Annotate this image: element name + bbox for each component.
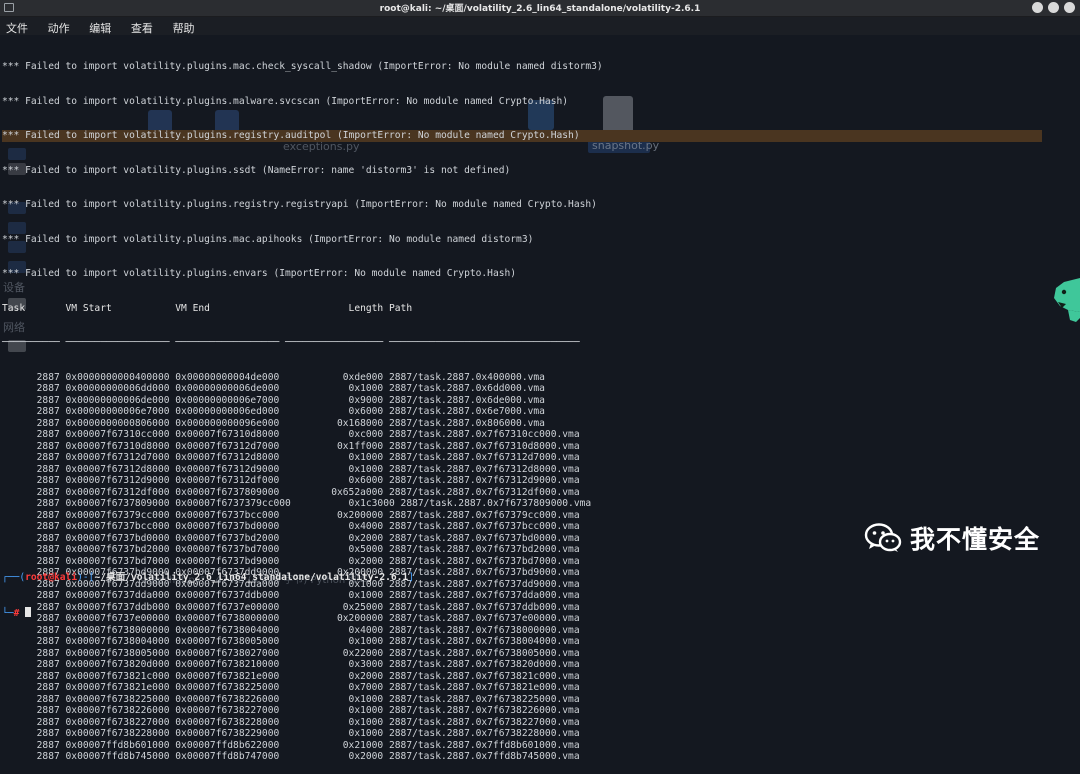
table-row: 2887 0x00007f67310d8000 0x00007f67312d70…: [2, 440, 580, 452]
table-row: 2887 0x00007f6738226000 0x00007f67382270…: [2, 705, 580, 716]
table-row: 2887 0x00007f6738225000 0x00007f67382260…: [2, 693, 580, 705]
table-row: 2887 0x00007f67312d9000 0x00007f67312df0…: [2, 475, 580, 486]
prompt-symbol: #: [13, 607, 20, 619]
table-row: 2887 0x00007f67312d7000 0x00007f67312d80…: [2, 452, 580, 463]
dinosaur-sticker-icon: [1054, 278, 1080, 322]
menu-bar: 文件 动作 编辑 查看 帮助: [0, 17, 1080, 35]
table-row: 2887 0x00007f673821c000 0x00007f673821e0…: [2, 670, 580, 682]
table-row: 2887 0x0000000000806000 0x000000000096e0…: [2, 417, 545, 429]
table-row: 2887 0x0000000000400000 0x00000000004de0…: [2, 371, 545, 383]
prompt-path: ~/桌面/volatility_2.6_lin64_standalone/vol…: [94, 572, 409, 583]
table-row: 2887 0x00007f67310cc000 0x00007f67310d80…: [2, 429, 580, 440]
table-row: 2887 0x00007f673820d000 0x00007f67382100…: [2, 659, 580, 670]
maximize-button[interactable]: [1048, 2, 1059, 13]
watermark-text: 我不懂安全: [910, 525, 1041, 554]
menu-file[interactable]: 文件: [6, 20, 28, 38]
window-title: root@kali: ~/桌面/volatility_2.6_lin64_sta…: [379, 4, 701, 14]
prompt-user: root: [25, 572, 49, 583]
error-line-highlighted: *** Failed to import volatility.plugins.…: [2, 130, 1042, 142]
error-line: *** Failed to import volatility.plugins.…: [2, 233, 534, 245]
table-row: 2887 0x00007f6738228000 0x00007f67382290…: [2, 728, 580, 739]
error-line: *** Failed to import volatility.plugins.…: [2, 95, 569, 107]
table-header-underline: ────────── ────────────────── ──────────…: [2, 337, 580, 348]
error-line: *** Failed to import volatility.plugins.…: [2, 61, 603, 72]
table-row: 2887 0x00000000006dd000 0x00000000006de0…: [2, 383, 545, 394]
wechat-watermark: 我不懂安全: [864, 520, 1040, 556]
table-row: 2887 0x00007f67312df000 0x00007f67378090…: [2, 486, 580, 498]
error-line: *** Failed to import volatility.plugins.…: [2, 164, 511, 176]
table-row: 2887 0x00000000006e7000 0x00000000006ed0…: [2, 406, 545, 417]
prompt-host: kali: [54, 572, 78, 583]
menu-view[interactable]: 查看: [131, 20, 153, 38]
table-row: 2887 0x00007f6738227000 0x00007f67382280…: [2, 716, 580, 728]
table-row: 2887 0x00007f6737809000 0x00007f6737379c…: [2, 498, 592, 509]
table-row: 2887 0x00007ffd8b601000 0x00007ffd8b6220…: [2, 739, 580, 751]
minimize-button[interactable]: [1032, 2, 1043, 13]
table-row: 2887 0x00007ffd8b745000 0x00007ffd8b7470…: [2, 751, 580, 762]
error-line: *** Failed to import volatility.plugins.…: [2, 199, 597, 210]
close-button[interactable]: [1064, 2, 1075, 13]
table-row: 2887 0x00007f673821e000 0x00007f67382250…: [2, 682, 580, 693]
table-row: 2887 0x00007f6738004000 0x00007f67380050…: [2, 636, 580, 647]
table-row: 2887 0x00000000006de000 0x00000000006e70…: [2, 394, 545, 406]
shell-prompt[interactable]: ┌──(root@kali)-[~/桌面/volatility_2.6_lin6…: [2, 549, 414, 630]
menu-edit[interactable]: 编辑: [89, 20, 111, 38]
text-cursor: [25, 606, 32, 617]
error-line: *** Failed to import volatility.plugins.…: [2, 268, 517, 279]
menu-help[interactable]: 帮助: [173, 20, 195, 38]
table-row: 2887 0x00007f6738005000 0x00007f67380270…: [2, 647, 580, 659]
terminal-output[interactable]: *** Failed to import volatility.plugins.…: [2, 38, 1042, 774]
table-header: Task VM Start VM End Length Path: [2, 302, 413, 314]
table-row: 2887 0x00007f67312d8000 0x00007f67312d90…: [2, 463, 580, 475]
window-titlebar: root@kali: ~/桌面/volatility_2.6_lin64_sta…: [0, 0, 1080, 17]
wechat-logo-icon: [864, 523, 902, 552]
menu-action[interactable]: 动作: [48, 20, 70, 38]
